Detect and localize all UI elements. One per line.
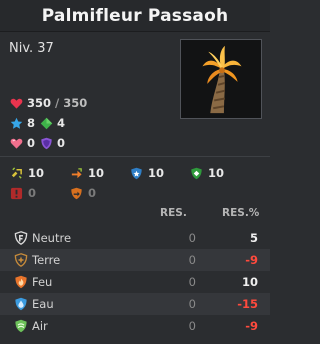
resistance-percent: -9: [245, 253, 258, 267]
heart-icon: [10, 97, 23, 110]
push-damage-stat: 10: [70, 166, 130, 180]
push-damage-value: 10: [88, 166, 105, 180]
resistance-row-water: Eau 0 -15: [0, 293, 270, 315]
section-divider: [0, 156, 270, 157]
ap-stat: 8: [10, 116, 40, 130]
ap-resist-shield-icon: [130, 167, 143, 180]
resistance-row-earth: Terre 0 -9: [0, 249, 270, 271]
mp-resist-shield-icon: [190, 167, 203, 180]
resistance-name: Feu: [32, 275, 53, 289]
secondary-stats-row-1: 10 10 10 10: [10, 166, 250, 180]
push-resist-stat: 0: [70, 186, 130, 200]
vitality-row: 0 0: [10, 136, 65, 150]
resistance-percent: 10: [241, 275, 258, 289]
resistance-name: Air: [32, 319, 48, 333]
health-stat: 350 / 350: [10, 96, 87, 110]
resistance-percent: -9: [245, 319, 258, 333]
mp-value: 4: [57, 116, 66, 130]
health-row: 350 / 350: [10, 96, 87, 110]
heart-pink-value: 0: [27, 136, 36, 150]
air-icon: [14, 319, 28, 333]
shield-purple-stat: 0: [40, 136, 65, 150]
health-max: 350: [63, 96, 88, 110]
resistance-name: Eau: [32, 297, 54, 311]
diamond-icon: [40, 117, 53, 130]
health-current: 350: [27, 96, 52, 110]
resistance-name: Neutre: [32, 231, 72, 245]
secondary-stats-row-2: 0 0: [10, 186, 130, 200]
resistance-row-neutral: Neutre 0 5: [0, 227, 270, 249]
title-bar: Palmifleur Passaoh: [0, 0, 270, 32]
neutral-icon: [14, 231, 28, 245]
pink-heart-icon: [10, 137, 23, 150]
resistance-flat: 0: [188, 253, 196, 267]
res-header: RES.: [160, 207, 187, 219]
ap-resist-value: 10: [148, 166, 165, 180]
shield-purple-value: 0: [57, 136, 66, 150]
ap-value: 8: [27, 116, 36, 130]
resistance-name: Terre: [32, 253, 61, 267]
purple-shield-icon: [40, 137, 53, 150]
push-damage-icon: [70, 167, 83, 180]
push-resist-value: 0: [88, 186, 97, 200]
fire-icon: [14, 275, 28, 289]
mp-resist-value: 10: [208, 166, 225, 180]
lock-dodge-stat: 10: [10, 166, 70, 180]
resistance-flat: 0: [188, 297, 196, 311]
resistance-row-air: Air 0 -9: [0, 315, 270, 337]
critical-resist-value: 0: [28, 186, 37, 200]
lock-dodge-icon: [10, 166, 23, 180]
critical-resist-stat: 0: [10, 186, 70, 200]
monster-name: Palmifleur Passaoh: [41, 5, 229, 26]
resistance-flat: 0: [188, 275, 196, 289]
health-separator: /: [55, 96, 60, 110]
ap-resist-stat: 10: [130, 166, 190, 180]
monster-portrait: [180, 39, 262, 119]
monster-level: Niv. 37: [9, 41, 54, 56]
resistance-flat: 0: [188, 319, 196, 333]
ap-mp-row: 8 4: [10, 116, 65, 130]
resistance-row-fire: Feu 0 10: [0, 271, 270, 293]
water-icon: [14, 297, 28, 311]
res-pct-header: RES.%: [222, 207, 260, 219]
mp-stat: 4: [40, 116, 65, 130]
star-icon: [10, 117, 23, 130]
resistance-percent: 5: [249, 231, 258, 245]
resistance-percent: -15: [237, 297, 258, 311]
lock-dodge-value: 10: [28, 166, 45, 180]
palm-tree-creature-image: [202, 45, 242, 114]
heart-pink-stat: 0: [10, 136, 40, 150]
resistance-flat: 0: [188, 231, 196, 245]
earth-icon: [14, 253, 28, 267]
critical-resist-icon: [10, 187, 23, 200]
push-resist-icon: [70, 187, 83, 200]
mp-resist-stat: 10: [190, 166, 250, 180]
